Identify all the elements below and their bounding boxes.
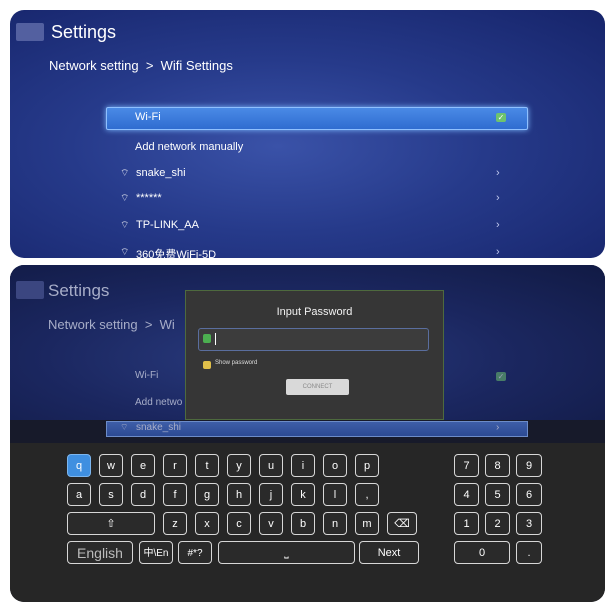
app-logo-icon bbox=[16, 281, 44, 299]
text-caret bbox=[215, 333, 216, 345]
chevron-right-icon: › bbox=[496, 167, 500, 179]
key-k[interactable]: k bbox=[291, 483, 315, 506]
key-t[interactable]: t bbox=[195, 454, 219, 477]
key-4[interactable]: 4 bbox=[454, 483, 479, 506]
key-d[interactable]: d bbox=[131, 483, 155, 506]
key-m[interactable]: m bbox=[355, 512, 379, 535]
wifi-signal-icon: ⌔ bbox=[120, 247, 130, 258]
next-button[interactable]: Next bbox=[359, 541, 419, 564]
input-password-dialog: Input Password Show password CONNECT bbox=[185, 290, 444, 420]
key-2[interactable]: 2 bbox=[485, 512, 510, 535]
key-b[interactable]: b bbox=[291, 512, 315, 535]
selected-network-name: snake_shi bbox=[136, 422, 182, 433]
key-l[interactable]: l bbox=[323, 483, 347, 506]
wifi-signal-icon: ⌔ bbox=[120, 422, 129, 432]
key-e[interactable]: e bbox=[131, 454, 155, 477]
key-o[interactable]: o bbox=[323, 454, 347, 477]
page-title: Settings bbox=[51, 22, 117, 42]
key-3[interactable]: 3 bbox=[516, 512, 542, 535]
show-password-checkbox[interactable] bbox=[203, 361, 211, 369]
input-mode-toggle-key[interactable]: 中\En bbox=[139, 541, 173, 564]
key-r[interactable]: r bbox=[163, 454, 187, 477]
key-6[interactable]: 6 bbox=[516, 483, 542, 506]
symbols-key[interactable]: #*? bbox=[178, 541, 212, 564]
chevron-right-icon: › bbox=[496, 422, 500, 433]
key-8[interactable]: 8 bbox=[485, 454, 510, 477]
network-item-tp-link-aa[interactable]: TP-LINK_AA bbox=[136, 219, 199, 231]
dialog-title: Input Password bbox=[276, 306, 353, 318]
space-bar[interactable]: ⎵ bbox=[218, 541, 355, 564]
key-x[interactable]: x bbox=[195, 512, 219, 535]
key-5[interactable]: 5 bbox=[485, 483, 510, 506]
wifi-toggle-label: Wi-Fi bbox=[135, 370, 159, 381]
key-v[interactable]: v bbox=[259, 512, 283, 535]
key-u[interactable]: u bbox=[259, 454, 283, 477]
wifi-toggle-row[interactable] bbox=[106, 107, 528, 130]
chevron-right-icon: › bbox=[496, 192, 500, 204]
wifi-toggle-label: Wi-Fi bbox=[135, 111, 161, 123]
network-item-hidden[interactable]: ****** bbox=[136, 192, 162, 204]
key-9[interactable]: 9 bbox=[516, 454, 542, 477]
shift-icon[interactable]: ⇧ bbox=[67, 512, 155, 535]
add-network-manually-item[interactable]: Add network manually bbox=[135, 141, 243, 153]
password-input[interactable] bbox=[198, 328, 429, 351]
key-c[interactable]: c bbox=[227, 512, 251, 535]
settings-screen: Settings Network setting > Wifi Settings… bbox=[10, 10, 605, 258]
language-english-key[interactable]: English bbox=[67, 541, 133, 564]
wifi-enabled-check-icon: ✓ bbox=[496, 372, 506, 381]
key-a[interactable]: a bbox=[67, 483, 91, 506]
key-s[interactable]: s bbox=[99, 483, 123, 506]
key-z[interactable]: z bbox=[163, 512, 187, 535]
key-w[interactable]: w bbox=[99, 454, 123, 477]
key-comma[interactable]: , bbox=[355, 483, 379, 506]
key-y[interactable]: y bbox=[227, 454, 251, 477]
wifi-signal-icon: ⌔ bbox=[120, 193, 130, 204]
wifi-signal-icon: ⌔ bbox=[120, 168, 130, 179]
key-g[interactable]: g bbox=[195, 483, 219, 506]
connect-button[interactable]: CONNECT bbox=[286, 379, 349, 395]
add-network-manually-item: Add netwo bbox=[135, 397, 183, 408]
page-title: Settings bbox=[48, 281, 110, 300]
key-1[interactable]: 1 bbox=[454, 512, 479, 535]
key-0[interactable]: 0 bbox=[454, 541, 510, 564]
on-screen-keyboard: q w e r t y u i o p a s d f g h j k l , … bbox=[10, 443, 605, 602]
breadcrumb: Network setting > Wifi Settings bbox=[49, 58, 233, 73]
user-icon bbox=[203, 334, 211, 343]
chevron-right-icon: › bbox=[496, 246, 500, 258]
wifi-signal-icon: ⌔ bbox=[120, 220, 130, 231]
key-7[interactable]: 7 bbox=[454, 454, 479, 477]
backspace-icon[interactable]: ⌫ bbox=[387, 512, 417, 535]
app-logo-icon bbox=[16, 23, 44, 41]
key-n[interactable]: n bbox=[323, 512, 347, 535]
network-item-360-free-wifi[interactable]: 360免费WiFi-5D bbox=[136, 246, 216, 258]
key-i[interactable]: i bbox=[291, 454, 315, 477]
key-f[interactable]: f bbox=[163, 483, 187, 506]
key-j[interactable]: j bbox=[259, 483, 283, 506]
key-p[interactable]: p bbox=[355, 454, 379, 477]
key-q[interactable]: q bbox=[67, 454, 91, 477]
network-item-snake-shi[interactable]: snake_shi bbox=[136, 167, 186, 179]
key-dot[interactable]: . bbox=[516, 541, 542, 564]
chevron-right-icon: › bbox=[496, 219, 500, 231]
password-entry-screen: Settings Network setting > Wi Wi-Fi ✓ Ad… bbox=[10, 265, 605, 602]
show-password-label: Show password bbox=[215, 360, 258, 366]
wifi-enabled-check-icon[interactable]: ✓ bbox=[496, 113, 506, 122]
breadcrumb: Network setting > Wi bbox=[48, 317, 175, 332]
key-h[interactable]: h bbox=[227, 483, 251, 506]
